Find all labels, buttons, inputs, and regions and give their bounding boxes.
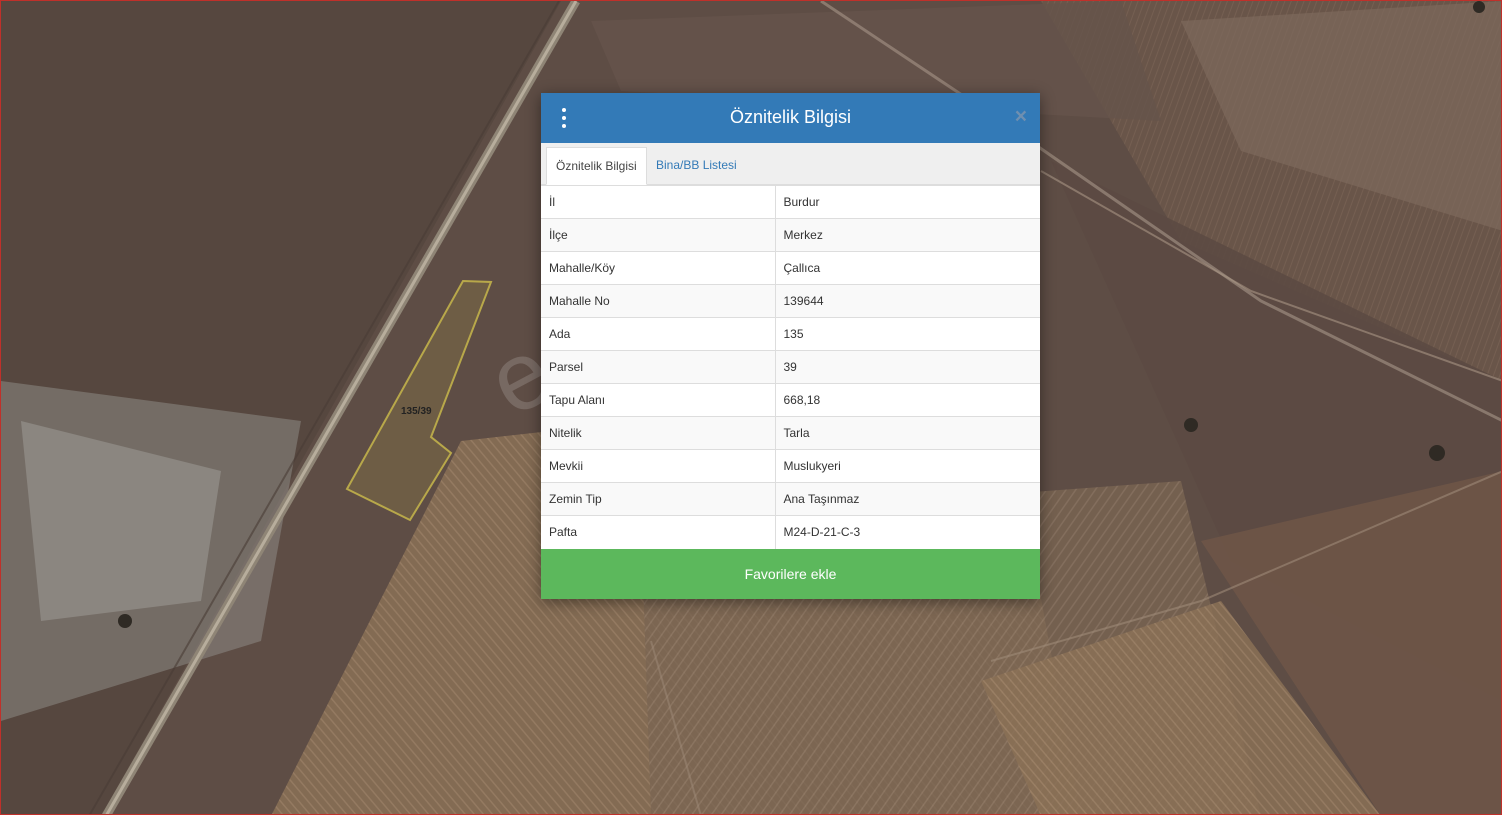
table-row: Nitelik Tarla xyxy=(541,416,1040,450)
row-key: Parsel xyxy=(541,350,776,384)
row-value: Merkez xyxy=(775,218,1040,252)
row-value: 39 xyxy=(775,350,1040,384)
table-row: Tapu Alanı 668,18 xyxy=(541,383,1040,417)
close-icon[interactable]: × xyxy=(1015,106,1027,128)
table-row: Mahalle No 139644 xyxy=(541,284,1040,318)
dialog-title: Öznitelik Bilgisi xyxy=(729,107,852,127)
tab-attribute-info[interactable]: Öznitelik Bilgisi xyxy=(546,147,647,185)
row-key: Mahalle No xyxy=(541,284,776,318)
row-value: Çallıca xyxy=(775,251,1040,285)
row-key: Mahalle/Köy xyxy=(541,251,776,285)
row-key: İlçe xyxy=(541,218,776,252)
row-key: Zemin Tip xyxy=(541,482,776,516)
table-row: Mevkii Muslukyeri xyxy=(541,449,1040,483)
row-value: 135 xyxy=(775,317,1040,351)
row-key: İl xyxy=(541,185,776,219)
row-value: M24-D-21-C-3 xyxy=(775,515,1040,549)
parcel-label: 135/39 xyxy=(401,406,432,417)
row-value: Muslukyeri xyxy=(775,449,1040,483)
dialog-header: Öznitelik Bilgisi × xyxy=(541,93,1040,143)
row-value: 668,18 xyxy=(775,383,1040,417)
table-row: İl Burdur xyxy=(541,185,1040,219)
attribute-table: İl Burdur İlçe Merkez Mahalle/Köy Çallıc… xyxy=(541,185,1040,549)
row-value: Ana Taşınmaz xyxy=(775,482,1040,516)
table-row: Mahalle/Köy Çallıca xyxy=(541,251,1040,285)
row-key: Ada xyxy=(541,317,776,351)
row-value: Burdur xyxy=(775,185,1040,219)
row-key: Nitelik xyxy=(541,416,776,450)
table-row: İlçe Merkez xyxy=(541,218,1040,252)
row-key: Pafta xyxy=(541,515,776,549)
row-value: Tarla xyxy=(775,416,1040,450)
attribute-dialog: Öznitelik Bilgisi × Öznitelik Bilgisi Bi… xyxy=(541,93,1040,599)
row-key: Tapu Alanı xyxy=(541,383,776,417)
tab-building-list[interactable]: Bina/BB Listesi xyxy=(647,147,746,185)
row-key: Mevkii xyxy=(541,449,776,483)
tab-bar: Öznitelik Bilgisi Bina/BB Listesi xyxy=(541,143,1040,185)
table-row: Ada 135 xyxy=(541,317,1040,351)
row-value: 139644 xyxy=(775,284,1040,318)
add-to-favorites-button[interactable]: Favorilere ekle xyxy=(541,548,1040,599)
table-row: Pafta M24-D-21-C-3 xyxy=(541,515,1040,549)
table-row: Parsel 39 xyxy=(541,350,1040,384)
table-row: Zemin Tip Ana Taşınmaz xyxy=(541,482,1040,516)
